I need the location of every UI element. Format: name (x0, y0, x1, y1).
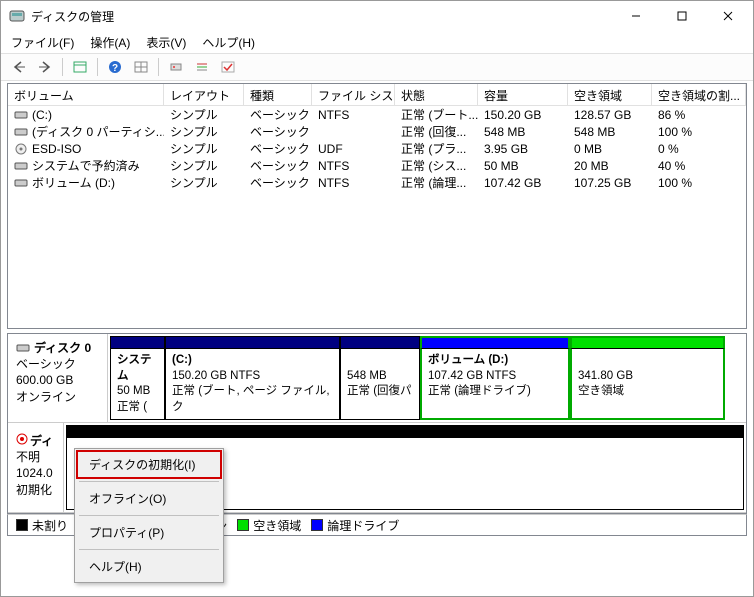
volume-icon (14, 177, 28, 189)
col-layout[interactable]: レイアウト (164, 84, 244, 105)
col-fs[interactable]: ファイル システム (312, 84, 395, 105)
vol-name: システムで予約済み (32, 157, 140, 174)
forward-button[interactable] (33, 56, 57, 78)
disk0-status: オンライン (16, 389, 99, 405)
view-icon[interactable] (129, 56, 153, 78)
menu-initialize-disk[interactable]: ディスクの初期化(I) (77, 451, 221, 478)
menu-help[interactable]: ヘルプ(H) (194, 32, 263, 53)
app-icon (9, 8, 25, 24)
menu-properties[interactable]: プロパティ(P) (77, 519, 221, 546)
help-icon[interactable]: ? (103, 56, 127, 78)
col-volume[interactable]: ボリューム (8, 84, 164, 105)
volume-icon (14, 126, 28, 138)
partition[interactable]: 548 MB正常 (回復パ (340, 348, 420, 420)
col-cap[interactable]: 容量 (478, 84, 568, 105)
menu-offline[interactable]: オフライン(O) (77, 485, 221, 512)
volume-icon (14, 160, 28, 172)
error-icon (16, 433, 28, 449)
disk0-type: ベーシック (16, 356, 99, 372)
back-button[interactable] (7, 56, 31, 78)
vol-name: ESD-ISO (32, 142, 81, 156)
legend-item: 論理ドライブ (311, 517, 399, 534)
table-row[interactable]: システムで予約済みシンプルベーシックNTFS正常 (シス...50 MB20 M… (8, 157, 746, 174)
list-icon[interactable] (190, 56, 214, 78)
disk0-size: 600.00 GB (16, 372, 99, 388)
table-row[interactable]: ボリューム (D:)シンプルベーシックNTFS正常 (論理...107.42 G… (8, 174, 746, 191)
menu-action[interactable]: 操作(A) (82, 32, 138, 53)
col-free[interactable]: 空き領域 (568, 84, 652, 105)
col-status[interactable]: 状態 (395, 84, 478, 105)
vol-name: (C:) (32, 108, 52, 122)
close-button[interactable] (705, 2, 751, 30)
table-row[interactable]: ESD-ISOシンプルベーシックUDF正常 (プラ...3.95 GB0 MB0… (8, 140, 746, 157)
volume-icon (14, 109, 28, 121)
disk-icon (16, 342, 30, 354)
disk1-info[interactable]: ディ 不明 1024.0 初期化 (8, 423, 64, 512)
properties-icon[interactable] (68, 56, 92, 78)
check-icon[interactable] (216, 56, 240, 78)
menubar: ファイル(F) 操作(A) 表示(V) ヘルプ(H) (1, 31, 753, 53)
col-pct[interactable]: 空き領域の割... (652, 84, 746, 105)
partition[interactable]: (C:)150.20 GB NTFS正常 (ブート, ページ ファイル, ク (165, 348, 340, 420)
minimize-button[interactable] (613, 2, 659, 30)
volume-list: ボリューム レイアウト 種類 ファイル システム 状態 容量 空き領域 空き領域… (7, 83, 747, 329)
vol-name: (ディスク 0 パーティシ... (32, 123, 164, 140)
menu-file[interactable]: ファイル(F) (3, 32, 82, 53)
disk0-label: ディスク 0 (34, 340, 91, 356)
svg-text:?: ? (112, 63, 118, 74)
toolbar: ? (1, 53, 753, 81)
col-kind[interactable]: 種類 (244, 84, 312, 105)
menu-view[interactable]: 表示(V) (138, 32, 194, 53)
disk1-label: ディ (30, 433, 53, 449)
refresh-icon[interactable] (164, 56, 188, 78)
window-title: ディスクの管理 (31, 8, 613, 25)
context-menu: ディスクの初期化(I) オフライン(O) プロパティ(P) ヘルプ(H) (74, 448, 224, 583)
legend-item: 未割り (16, 517, 68, 534)
table-row[interactable]: (ディスク 0 パーティシ...シンプルベーシック正常 (回復...548 MB… (8, 123, 746, 140)
table-row[interactable]: (C:)シンプルベーシックNTFS正常 (ブート...150.20 GB128.… (8, 106, 746, 123)
vol-name: ボリューム (D:) (32, 174, 115, 191)
disk1-type: 不明 (16, 449, 55, 465)
volume-icon (14, 143, 28, 155)
disk1-size: 1024.0 (16, 465, 55, 481)
partition[interactable]: システム50 MB正常 ( (110, 348, 165, 420)
maximize-button[interactable] (659, 2, 705, 30)
menu-help[interactable]: ヘルプ(H) (77, 553, 221, 580)
legend-item: 空き領域 (237, 517, 301, 534)
disk1-status: 初期化 (16, 482, 55, 498)
disk0-info[interactable]: ディスク 0 ベーシック 600.00 GB オンライン (8, 334, 108, 422)
partition[interactable]: 341.80 GB空き領域 (570, 348, 725, 420)
partition[interactable]: ボリューム (D:)107.42 GB NTFS正常 (論理ドライブ) (420, 348, 570, 420)
